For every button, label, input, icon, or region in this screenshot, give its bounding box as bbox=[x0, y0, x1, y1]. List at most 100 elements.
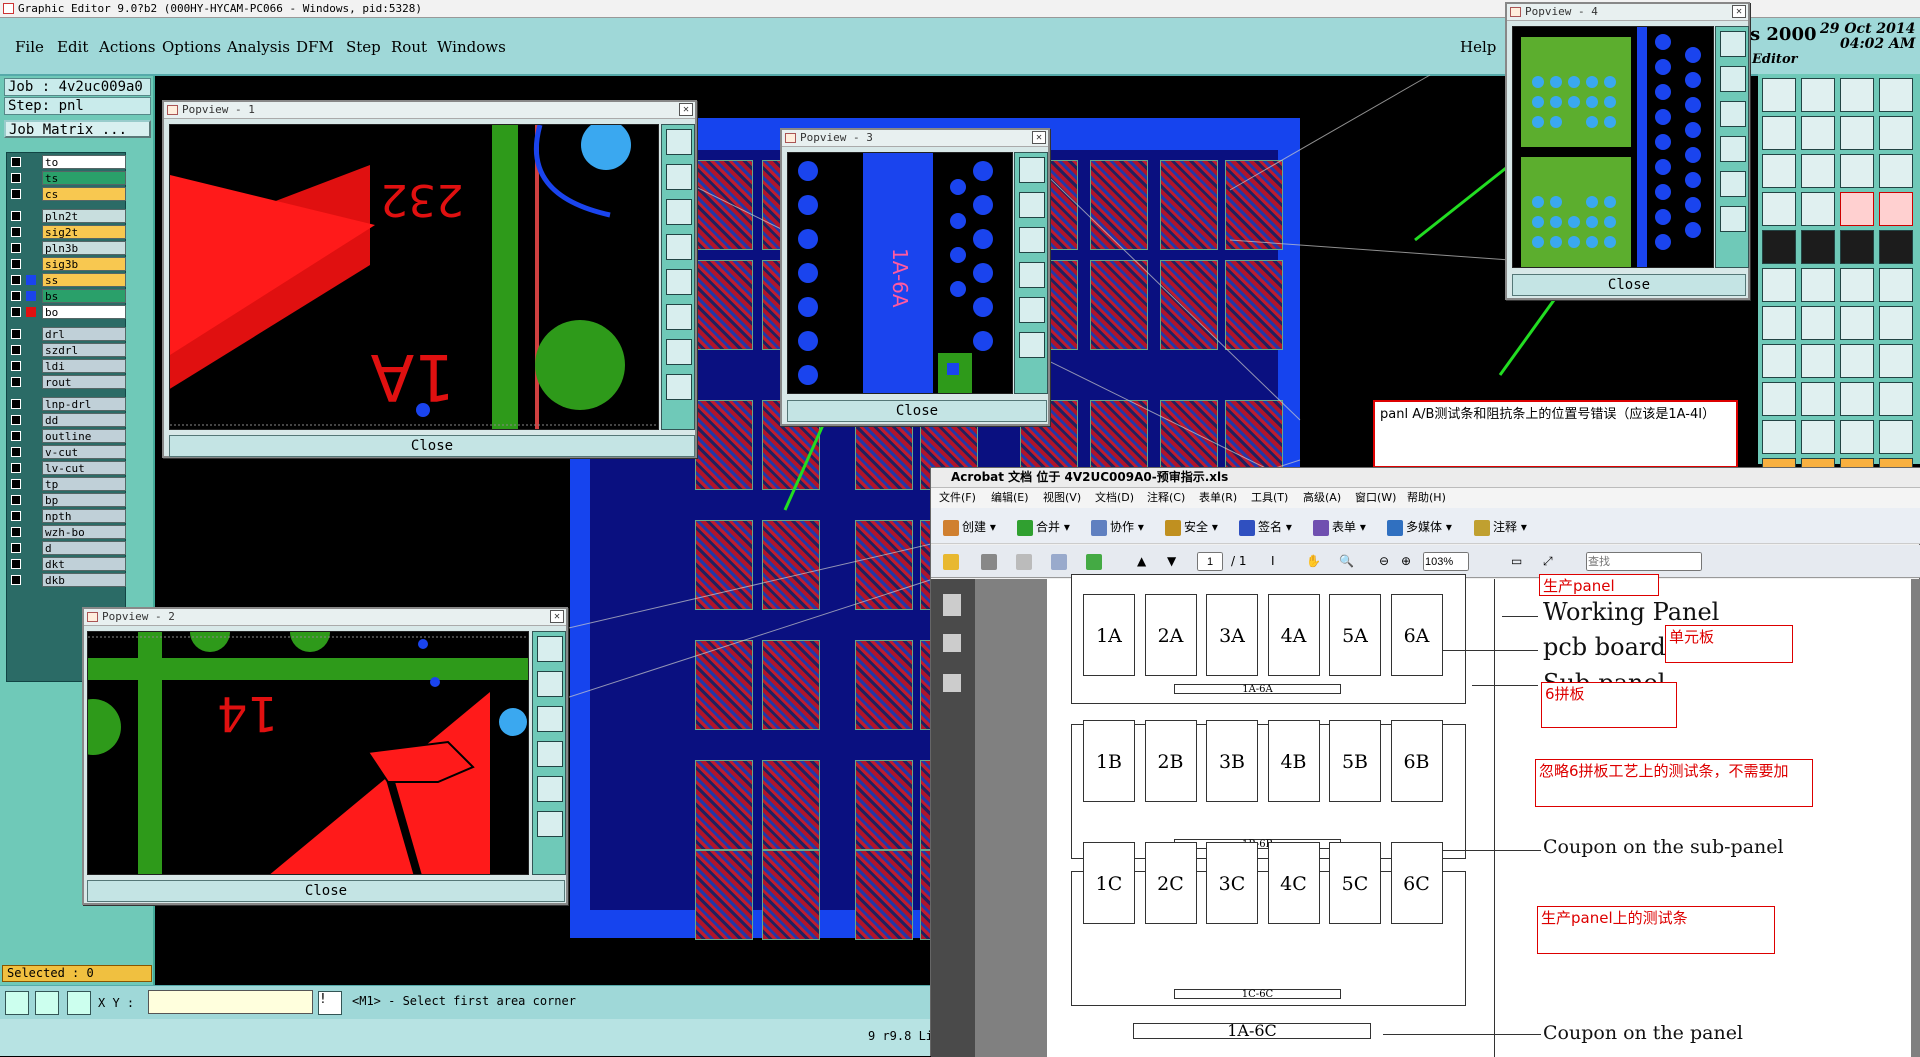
acrobat-toolbar-button[interactable]: 安全 ▾ bbox=[1165, 518, 1218, 536]
pages-icon[interactable] bbox=[943, 594, 961, 616]
acrobat-toolbar-button[interactable]: 创建 ▾ bbox=[943, 518, 996, 536]
view-tool-icon[interactable] bbox=[1720, 206, 1746, 232]
acrobat-document-area[interactable]: 1A-6A 1B-6B 1C-6C 1A-6C Working Panel pc… bbox=[975, 574, 1920, 1057]
acrobat-menu-item[interactable]: 表单(R) bbox=[1199, 488, 1237, 507]
page-number-input[interactable] bbox=[1197, 552, 1223, 571]
acrobat-menu-item[interactable]: 文档(D) bbox=[1095, 488, 1134, 507]
tool-icon[interactable] bbox=[1840, 78, 1874, 112]
close-icon[interactable]: ✕ bbox=[1732, 5, 1746, 18]
fit-width-icon[interactable]: ⤢ bbox=[1543, 552, 1553, 570]
view-tool-icon[interactable] bbox=[537, 776, 563, 802]
popview-4-titlebar[interactable]: Popview - 4 ✕ bbox=[1507, 4, 1748, 21]
print-icon[interactable] bbox=[981, 552, 1000, 570]
acrobat-menu-item[interactable]: 编辑(E) bbox=[991, 488, 1029, 507]
tool-icon[interactable] bbox=[1762, 192, 1796, 226]
tool-icon[interactable] bbox=[1840, 306, 1874, 340]
grid-icon[interactable] bbox=[67, 991, 91, 1015]
view-tool-icon[interactable] bbox=[537, 811, 563, 837]
view-tool-icon[interactable] bbox=[537, 671, 563, 697]
view-tool-icon[interactable] bbox=[666, 339, 692, 365]
view-tool-icon[interactable] bbox=[1019, 227, 1045, 253]
popview-4-view[interactable] bbox=[1512, 26, 1714, 268]
acrobat-toolbar-button[interactable]: 协作 ▾ bbox=[1091, 518, 1144, 536]
close-icon[interactable]: ✕ bbox=[1032, 131, 1046, 144]
tool-icon[interactable] bbox=[1762, 382, 1796, 416]
view-tool-icon[interactable] bbox=[1019, 262, 1045, 288]
acrobat-menu-item[interactable]: 注释(C) bbox=[1147, 488, 1185, 507]
globe-icon[interactable] bbox=[1086, 552, 1105, 570]
view-tool-icon[interactable] bbox=[1720, 66, 1746, 92]
tool-icon[interactable] bbox=[1879, 344, 1913, 378]
tool-icon[interactable] bbox=[1801, 78, 1835, 112]
tool-icon[interactable] bbox=[1801, 382, 1835, 416]
view-tool-icon[interactable] bbox=[666, 164, 692, 190]
search-input[interactable] bbox=[1586, 552, 1702, 571]
view-tool-icon[interactable] bbox=[537, 706, 563, 732]
acrobat-menu-item[interactable]: 工具(T) bbox=[1251, 488, 1288, 507]
tool-icon[interactable] bbox=[1840, 420, 1874, 454]
acrobat-menu-item[interactable]: 视图(V) bbox=[1043, 488, 1081, 507]
tool-icon[interactable] bbox=[1801, 420, 1835, 454]
view-tool-icon[interactable] bbox=[1720, 31, 1746, 57]
acrobat-toolbar-button[interactable]: 注释 ▾ bbox=[1474, 518, 1527, 536]
tool-icon[interactable] bbox=[1879, 78, 1913, 112]
select-text-icon[interactable]: I bbox=[1271, 552, 1275, 570]
tool-icon[interactable] bbox=[1840, 192, 1874, 226]
view-tool-icon[interactable] bbox=[666, 269, 692, 295]
acrobat-menu-item[interactable]: 高级(A) bbox=[1303, 488, 1341, 507]
close-icon[interactable]: ✕ bbox=[550, 610, 564, 623]
acrobat-toolbar-button[interactable]: 合并 ▾ bbox=[1017, 518, 1070, 536]
acrobat-titlebar[interactable]: Acrobat 文档 位于 4V2UC009A0-预审指示.xls bbox=[931, 468, 1920, 488]
email-icon[interactable] bbox=[1051, 552, 1070, 570]
acrobat-toolbar-button[interactable]: 表单 ▾ bbox=[1313, 518, 1366, 536]
tool-icon[interactable] bbox=[1762, 116, 1796, 150]
tool-icon[interactable] bbox=[1840, 344, 1874, 378]
tool-icon[interactable] bbox=[1840, 230, 1874, 264]
tool-icon[interactable] bbox=[1762, 306, 1796, 340]
fit-page-icon[interactable]: ▭ bbox=[1511, 552, 1522, 570]
tool-icon[interactable] bbox=[1762, 268, 1796, 302]
view-tool-icon[interactable] bbox=[537, 636, 563, 662]
save-icon[interactable] bbox=[1016, 552, 1035, 570]
popview-1-titlebar[interactable]: Popview - 1 ✕ bbox=[164, 102, 695, 119]
view-tool-icon[interactable] bbox=[1019, 297, 1045, 323]
hand-icon[interactable]: ✋ bbox=[1306, 552, 1321, 570]
view-tool-icon[interactable] bbox=[1019, 332, 1045, 358]
popview-3-close-button[interactable]: Close bbox=[787, 400, 1047, 422]
tool-icon[interactable] bbox=[1879, 306, 1913, 340]
tool-icon[interactable] bbox=[1762, 420, 1796, 454]
next-page-icon[interactable]: ▼ bbox=[1167, 552, 1176, 570]
attachments-icon[interactable] bbox=[943, 674, 961, 692]
tool-icon[interactable] bbox=[1801, 344, 1835, 378]
open-folder-icon[interactable] bbox=[943, 552, 962, 570]
tool-icon[interactable] bbox=[1879, 154, 1913, 188]
tool-icon[interactable] bbox=[1840, 382, 1874, 416]
view-tool-icon[interactable] bbox=[666, 374, 692, 400]
tool-icon[interactable] bbox=[1879, 116, 1913, 150]
view-tool-icon[interactable] bbox=[666, 304, 692, 330]
popview-2-titlebar[interactable]: Popview - 2 ✕ bbox=[84, 609, 566, 626]
measure-icon[interactable] bbox=[35, 991, 59, 1015]
view-tool-icon[interactable] bbox=[1720, 101, 1746, 127]
view-tool-icon[interactable] bbox=[666, 199, 692, 225]
tool-icon[interactable] bbox=[1840, 154, 1874, 188]
zoom-out-icon[interactable]: ⊖ bbox=[1379, 552, 1389, 570]
acrobat-toolbar-button[interactable]: 签名 ▾ bbox=[1239, 518, 1292, 536]
view-tool-icon[interactable] bbox=[1720, 136, 1746, 162]
popview-4-close-button[interactable]: Close bbox=[1512, 274, 1746, 296]
popview-3-view[interactable]: 1A-6A bbox=[787, 152, 1013, 394]
view-tool-icon[interactable] bbox=[666, 129, 692, 155]
tool-icon[interactable] bbox=[1801, 192, 1835, 226]
popview-1-view[interactable]: 232 1A bbox=[169, 124, 659, 430]
tool-icon[interactable] bbox=[1762, 344, 1796, 378]
tool-icon[interactable] bbox=[1801, 306, 1835, 340]
xy-input[interactable] bbox=[148, 990, 313, 1014]
view-tool-icon[interactable] bbox=[1019, 192, 1045, 218]
tool-icon[interactable] bbox=[1840, 268, 1874, 302]
zoom-home-icon[interactable] bbox=[5, 991, 29, 1015]
tool-icon[interactable] bbox=[1762, 154, 1796, 188]
tool-icon[interactable] bbox=[1879, 230, 1913, 264]
close-icon[interactable]: ✕ bbox=[679, 103, 693, 116]
view-tool-icon[interactable] bbox=[537, 741, 563, 767]
acrobat-menu-item[interactable]: 文件(F) bbox=[939, 488, 976, 507]
